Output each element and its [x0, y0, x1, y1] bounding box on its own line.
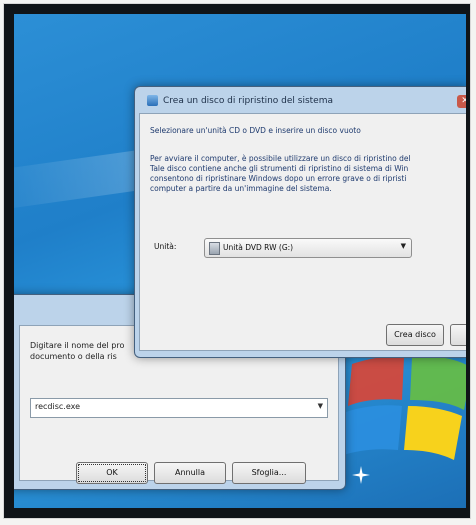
cancel-button-partial[interactable]	[450, 324, 466, 346]
run-description-line1: Digitare il nome del pro	[30, 341, 125, 350]
info-line: Per avviare il computer, è possibile uti…	[150, 154, 411, 163]
drive-select[interactable]: Unità DVD RW (G:) ▼	[204, 238, 412, 258]
repair-disc-titlebar[interactable]: Crea un disco di ripristino del sistema …	[143, 91, 466, 111]
desktop: Digitare il nome del pro documento o del…	[14, 14, 466, 508]
windows-logo-icon	[340, 356, 466, 460]
chevron-down-icon[interactable]: ▼	[318, 402, 323, 410]
run-open-input[interactable]: recdisc.exe ▼	[30, 398, 328, 418]
drive-label: Unità:	[154, 242, 177, 251]
run-open-value: recdisc.exe	[35, 402, 81, 411]
repair-disc-body: Selezionare un'unità CD o DVD e inserire…	[139, 113, 466, 351]
run-description-line2: documento o della ris	[30, 352, 117, 361]
repair-disc-title: Crea un disco di ripristino del sistema	[163, 96, 334, 106]
dvd-drive-icon	[209, 242, 220, 255]
drive-select-value: Unità DVD RW (G:)	[223, 243, 294, 252]
browse-button[interactable]: Sfoglia...	[232, 462, 306, 484]
info-line: consentono di ripristinare Windows dopo …	[150, 174, 407, 183]
close-icon[interactable]: ✕	[457, 95, 466, 108]
info-line: Tale disco contiene anche gli strumenti …	[150, 164, 409, 173]
mouse-cursor-icon	[352, 466, 370, 484]
chevron-down-icon[interactable]: ▼	[401, 242, 406, 250]
disc-app-icon	[147, 95, 158, 106]
create-disc-button[interactable]: Crea disco	[386, 324, 444, 346]
info-line: computer a partire da un'immagine del si…	[150, 184, 332, 193]
run-description: Digitare il nome del pro documento o del…	[30, 340, 142, 362]
repair-disc-dialog: Crea un disco di ripristino del sistema …	[134, 86, 466, 358]
repair-disc-instruction: Selezionare un'unità CD o DVD e inserire…	[150, 126, 361, 135]
cancel-button[interactable]: Annulla	[154, 462, 226, 484]
ok-button[interactable]: OK	[76, 462, 148, 484]
